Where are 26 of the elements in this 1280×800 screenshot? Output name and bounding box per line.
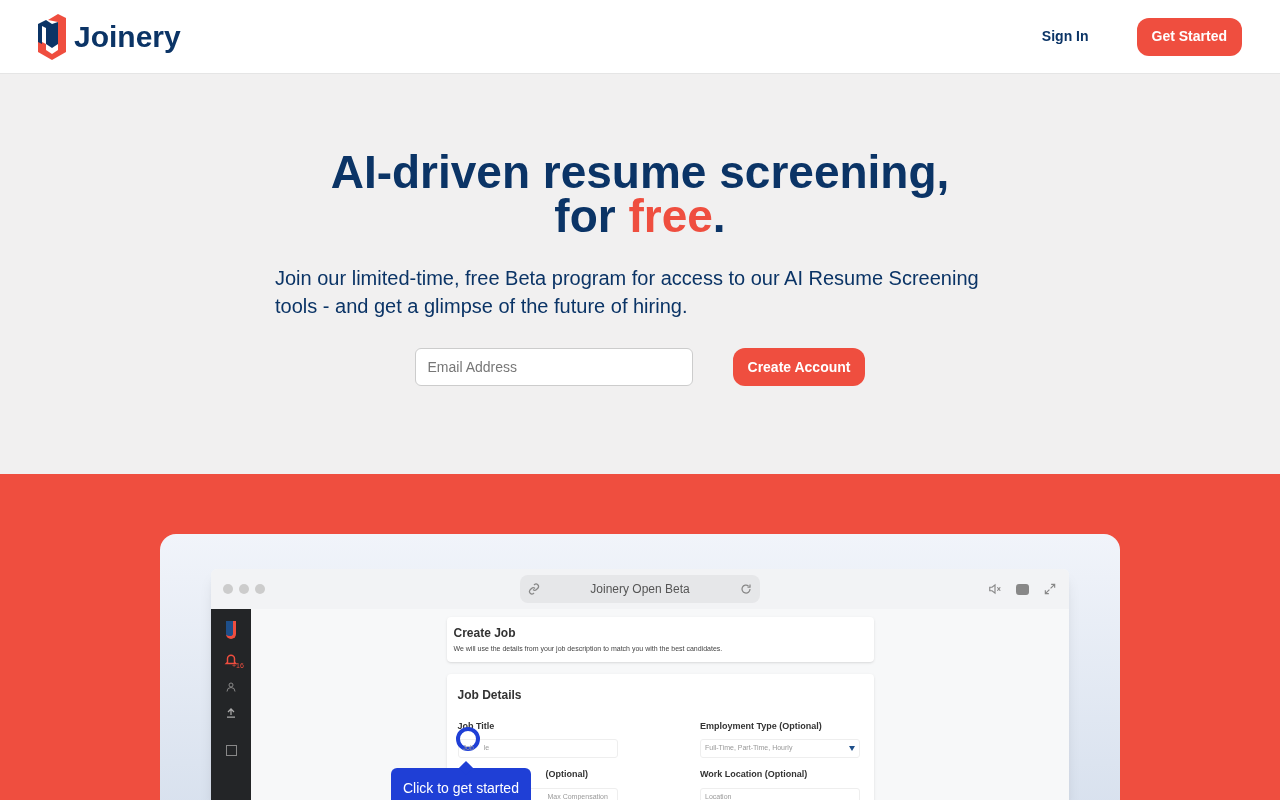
link-icon — [528, 583, 540, 595]
reload-icon — [740, 583, 752, 595]
field-label: Work Location (Optional) — [700, 768, 808, 781]
document-icon — [225, 745, 237, 756]
create-account-button[interactable]: Create Account — [732, 348, 866, 386]
hero-subtitle: Join our limited-time, free Beta program for access to our AI Resume Screening tools - and get a glimpse of the future of hiring. — [275, 266, 980, 319]
upload-icon — [225, 707, 237, 719]
tooltip-text: Click to get started — [403, 780, 519, 796]
logo-icon — [38, 13, 66, 60]
captions-icon — [1016, 583, 1029, 595]
highlight-ring — [456, 727, 480, 751]
sign-in-link[interactable]: Sign In — [1041, 26, 1089, 47]
person-icon — [225, 681, 237, 693]
app-logo-icon — [226, 621, 236, 639]
field-label: Employment Type (Optional) — [700, 719, 822, 733]
expand-icon — [1043, 582, 1057, 596]
dropdown-icon — [849, 746, 855, 751]
address-text: Joinery Open Beta — [589, 581, 691, 598]
card-title: Job Details — [457, 686, 523, 704]
card-title: Create Job — [453, 625, 517, 642]
email-field[interactable]: Email Address — [414, 348, 693, 386]
muted-speaker-icon — [988, 582, 1002, 596]
get-started-button[interactable]: Get Started — [1136, 17, 1242, 56]
brand-name: Joinery — [74, 19, 181, 55]
field-label: (Optional) — [545, 768, 588, 781]
hero-title: for free. — [554, 194, 726, 238]
